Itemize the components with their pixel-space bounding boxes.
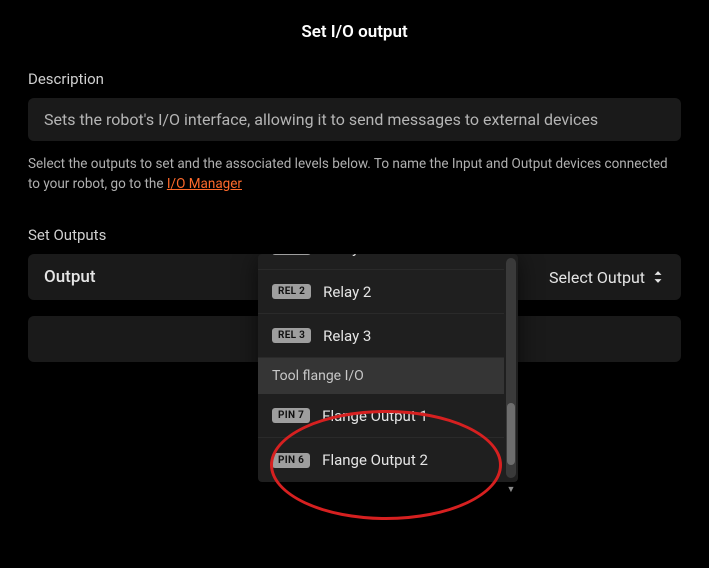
pin-badge: REL 2 [272,284,311,299]
dropdown-item-relay-3[interactable]: REL 3 Relay 3 [258,314,504,358]
description-label: Description [28,70,681,88]
select-output-label: Select Output [549,268,645,287]
instruction-text: Select the outputs to set and the associ… [28,155,681,194]
dropdown-item-label: Relay 1 [323,254,371,257]
pin-badge: REL 1 [272,254,311,255]
dropdown-item-label: Relay 3 [323,327,371,345]
pin-badge: REL 3 [272,328,311,343]
output-dropdown: REL 1 Relay 1 REL 2 Relay 2 REL 3 Relay … [258,254,518,482]
output-field-label: Output [44,267,264,287]
dropdown-item-relay-1[interactable]: REL 1 Relay 1 [258,254,504,270]
description-box: Sets the robot's I/O interface, allowing… [28,98,681,141]
dropdown-item-flange-2[interactable]: PIN 6 Flange Output 2 [258,438,504,482]
set-outputs-label: Set Outputs [28,226,681,244]
dropdown-item-relay-2[interactable]: REL 2 Relay 2 [258,270,504,314]
dropdown-item-label: Flange Output 1 [322,407,428,425]
dropdown-item-label: Flange Output 2 [322,451,428,469]
select-output-button[interactable]: Select Output [549,268,665,287]
dropdown-item-label: Relay 2 [323,283,371,301]
page-title: Set I/O output [28,22,681,42]
instruction-prefix: Select the outputs to set and the associ… [28,156,668,192]
pin-badge: PIN 7 [272,408,310,423]
scrollbar-thumb[interactable] [507,403,515,465]
scrollbar-track[interactable] [506,258,516,478]
sort-icon [651,270,665,284]
io-manager-link[interactable]: I/O Manager [167,176,242,192]
pin-badge: PIN 6 [272,453,310,468]
dropdown-item-flange-1[interactable]: PIN 7 Flange Output 1 [258,394,504,438]
scrollbar-down-icon[interactable]: ▼ [506,484,516,494]
dropdown-group-header: Tool flange I/O [258,358,504,394]
